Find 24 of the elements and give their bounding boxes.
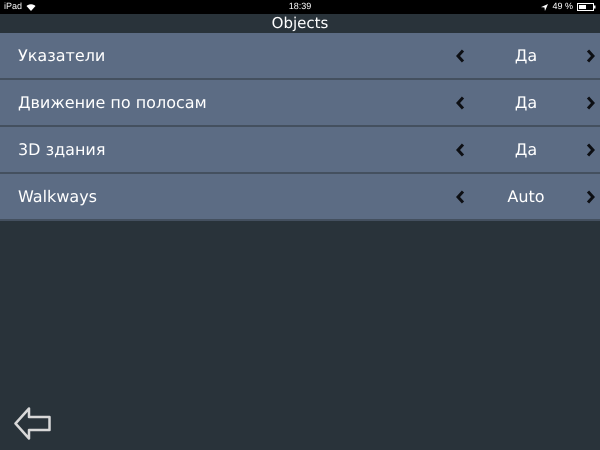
battery-icon — [577, 3, 596, 11]
setting-label: Указатели — [18, 44, 106, 66]
previous-chevron-icon[interactable] — [456, 190, 465, 204]
setting-value: Да — [514, 44, 538, 66]
setting-value: Да — [514, 138, 538, 160]
setting-label: Walkways — [18, 186, 98, 208]
previous-chevron-icon[interactable] — [456, 96, 465, 110]
location-arrow-icon — [541, 4, 548, 10]
device-name: iPad — [4, 0, 22, 14]
wifi-icon — [26, 3, 36, 11]
previous-chevron-icon[interactable] — [456, 48, 465, 62]
back-arrow-icon[interactable] — [14, 407, 51, 440]
setting-value: Да — [514, 92, 538, 114]
setting-label: Движение по полосам — [18, 92, 208, 114]
setting-label: 3D здания — [18, 138, 106, 160]
battery-percent: 49 % — [552, 0, 573, 14]
next-chevron-icon[interactable] — [586, 190, 595, 204]
clock: 18:39 — [288, 0, 312, 14]
next-chevron-icon[interactable] — [586, 142, 595, 156]
screen-title: Objects — [272, 16, 328, 31]
next-chevron-icon[interactable] — [586, 96, 595, 110]
setting-value: Auto — [506, 186, 546, 208]
next-chevron-icon[interactable] — [586, 48, 595, 62]
previous-chevron-icon[interactable] — [456, 142, 465, 156]
